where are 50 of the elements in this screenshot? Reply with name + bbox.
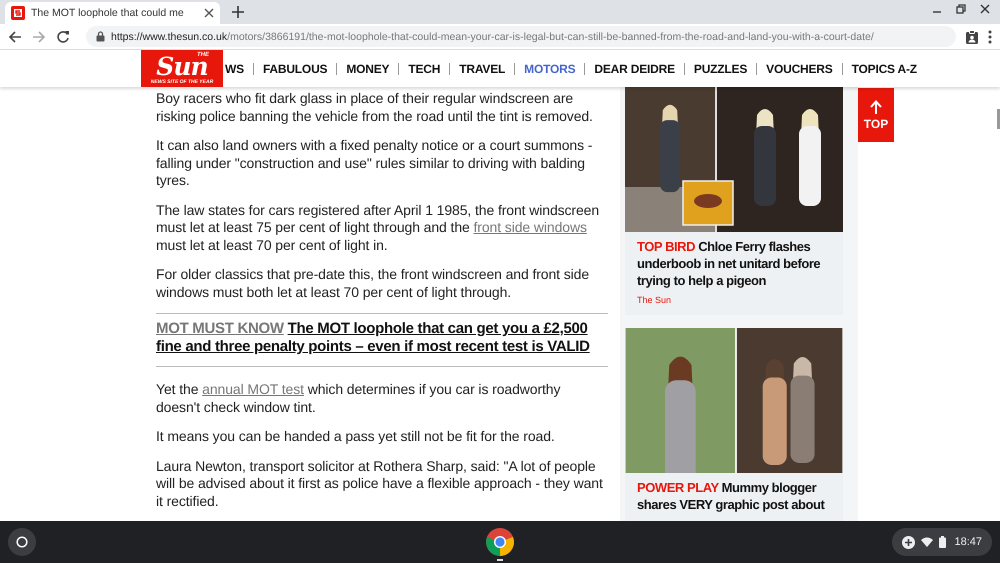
new-tab-icon[interactable] xyxy=(230,4,246,20)
menu-icon[interactable] xyxy=(988,30,992,44)
article-paragraph: For older classics that pre-date this, the front windscreen and front side windows must both let at least 70 per cent of light through. xyxy=(156,266,590,301)
card-source: The Sun xyxy=(637,295,672,305)
nav-link[interactable]: TECH xyxy=(398,62,450,74)
close-icon[interactable] xyxy=(980,4,990,14)
back-icon[interactable] xyxy=(8,30,22,44)
article-paragraph: It can also land owners with a fixed penalty notice or a court summons - falling under "construction and use" rules similar to driving with balding tyres. xyxy=(156,137,594,190)
restore-icon[interactable] xyxy=(956,4,966,14)
wifi-icon xyxy=(921,537,934,547)
reload-icon[interactable] xyxy=(56,30,70,44)
article-paragraph: Laura Newton, transport solicitor at Rothera Sharp, said: "A lot of people will be advised about it first as police have a flexible approach - they want it rectified. xyxy=(156,458,604,510)
nav-link[interactable]: TOPICS A-Z xyxy=(842,62,926,74)
clock-time: 18:47 xyxy=(954,536,982,548)
close-icon[interactable] xyxy=(204,8,214,18)
browser-tab[interactable]: The MOT loophole that could me xyxy=(5,2,220,24)
nav-link[interactable]: VOUCHERS xyxy=(756,62,842,74)
launcher-button[interactable] xyxy=(8,528,36,556)
card-headline[interactable]: TOP BIRD Chloe Ferry flashes underboob in net unitard before trying to help a pigeon xyxy=(637,238,835,289)
favicon-icon xyxy=(11,6,25,20)
inline-link[interactable]: annual MOT test xyxy=(202,381,304,397)
nav-link[interactable]: FABULOUS xyxy=(252,62,336,74)
lock-icon xyxy=(96,31,105,42)
nav-link[interactable]: PUZZLES xyxy=(684,62,756,74)
nav-link[interactable]: WS xyxy=(225,62,253,74)
chrome-icon[interactable] xyxy=(484,527,516,561)
battery-icon xyxy=(939,536,946,548)
address-bar[interactable]: https://www.thesun.co.uk/motors/3866191/the-mot-loophole-that-could-mean-your-car-is-legal-but-can-still-be-banned-from-the-road-and-land-you-with-a-court-date/ xyxy=(86,26,956,47)
related-article-link[interactable]: MOT MUST KNOW The MOT loophole that can get you a £2,500 fine and three penalty points – even if most recent test is VALID xyxy=(156,313,608,367)
nav-link[interactable]: MONEY xyxy=(336,62,398,74)
back-to-top-button[interactable]: TOP xyxy=(858,88,894,142)
news-card[interactable]: TOP BIRD Chloe Ferry flashes underboob in net unitard before trying to help a pigeon The Sun xyxy=(625,87,843,315)
tab-title: The MOT loophole that could me xyxy=(31,7,185,19)
nav-link[interactable]: MOTORS xyxy=(514,62,584,74)
card-headline[interactable]: POWER PLAY Mummy blogger shares VERY graphic post about xyxy=(637,479,835,513)
scrollbar-thumb[interactable] xyxy=(997,109,1000,129)
article-paragraph: Yet the annual MOT test which determines if you car is roadworthy doesn't check window tint. xyxy=(156,381,562,416)
plus-circle-icon xyxy=(902,536,916,548)
article-paragraph: The law states for cars registered after April 1 1985, the front windscreen must let at least 75 per cent of light through and the front side windows must let at least 70 per cent of light in. xyxy=(156,202,600,254)
clipboard-icon[interactable] xyxy=(966,30,978,44)
news-card[interactable]: POWER PLAY Mummy blogger shares VERY graphic post about xyxy=(625,328,843,521)
article-paragraph: Boy racers who fit dark glass in place of their regular windscreen are risking police banning the vehicle from the road until the tint is removed. xyxy=(156,90,594,125)
circle-icon xyxy=(16,536,28,548)
nav-link[interactable]: TRAVEL xyxy=(449,62,514,74)
up-arrow-icon xyxy=(870,100,882,114)
inline-link[interactable]: front side windows xyxy=(473,219,587,235)
nav-link[interactable]: DEAR DEIDRE xyxy=(584,62,684,74)
status-tray[interactable]: 18:47 xyxy=(892,528,992,556)
url-text: https://www.thesun.co.uk/motors/3866191/the-mot-loophole-that-could-mean-your-car-is-legal-but-can-still-be-banned-from-the-road-and-land-you-with-a-court-date/ xyxy=(111,30,874,42)
article-paragraph: It means you can be handed a pass yet still not be fit for the road. xyxy=(156,428,556,446)
